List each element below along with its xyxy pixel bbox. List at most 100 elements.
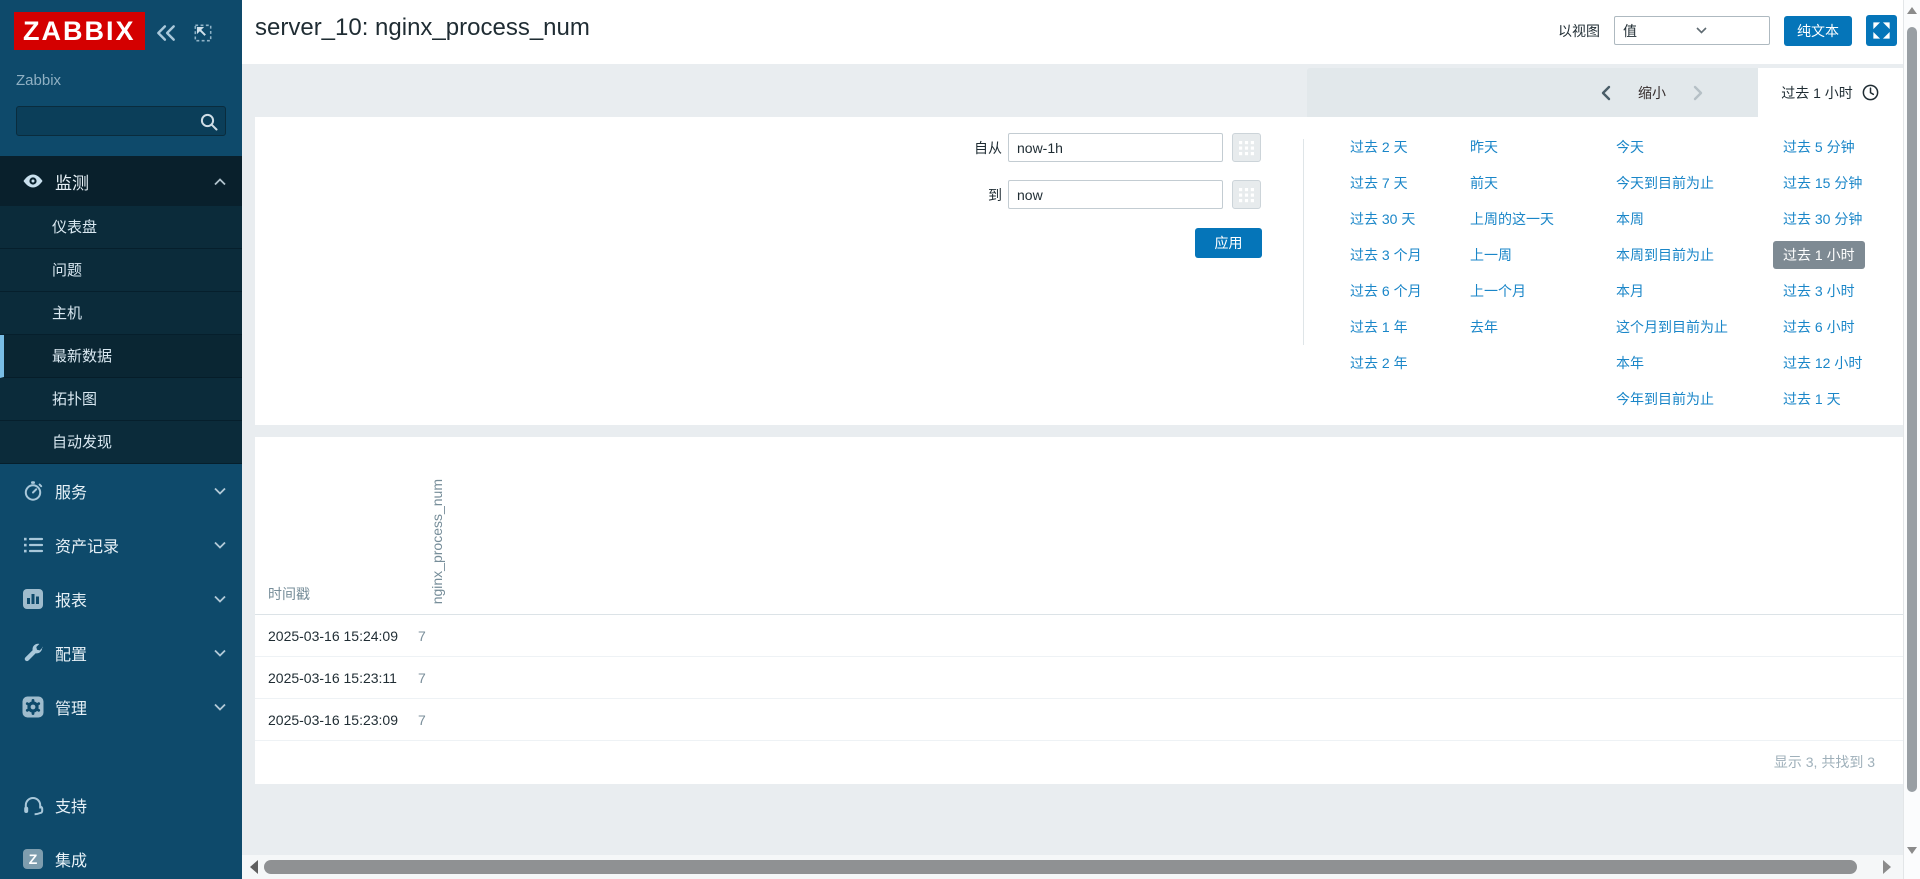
quick-range-link[interactable]: 上一个月	[1470, 281, 1526, 301]
fullscreen-arrows-icon	[1870, 19, 1893, 42]
from-input[interactable]	[1008, 133, 1223, 162]
sidebar-item-monitoring[interactable]: 监测	[0, 156, 242, 206]
quick-range-link[interactable]: 过去 1 年	[1350, 317, 1408, 337]
to-calendar-button[interactable]	[1232, 180, 1261, 209]
collapse-sidebar-icon[interactable]	[155, 22, 177, 44]
value-column-header: nginx_process_num	[429, 479, 445, 604]
filter-divider	[1303, 139, 1304, 345]
sidebar-subitem-dashboard[interactable]: 仪表盘	[0, 206, 242, 249]
quick-range-link[interactable]: 过去 30 分钟	[1783, 209, 1862, 229]
quick-ranges-column-2: 昨天前天上周的这一天上一周上一个月去年	[1470, 129, 1554, 345]
quick-range-link[interactable]: 过去 3 个月	[1350, 245, 1422, 265]
view-as-select[interactable]: 值	[1614, 16, 1770, 45]
timestamp-cell: 2025-03-16 15:23:11	[255, 670, 418, 686]
quick-range-item: 这个月到目前为止	[1616, 309, 1728, 345]
vertical-scrollbar	[1903, 0, 1920, 879]
vertical-scroll-thumb[interactable]	[1907, 27, 1917, 792]
scroll-right-arrow[interactable]	[1883, 860, 1891, 874]
scroll-up-arrow[interactable]	[1907, 7, 1917, 14]
sidebar-subitem-hosts[interactable]: 主机	[0, 292, 242, 335]
sidebar-subitem-latest-data[interactable]: 最新数据	[0, 335, 242, 378]
search-icon[interactable]	[198, 111, 220, 133]
time-forward-arrow-icon[interactable]	[1692, 85, 1704, 101]
quick-range-link[interactable]: 过去 30 天	[1350, 209, 1415, 229]
quick-range-link[interactable]: 过去 7 天	[1350, 173, 1408, 193]
view-as-label: 以视图	[1558, 21, 1600, 41]
title-bar: server_10: nginx_process_num 以视图 值 纯文本	[242, 0, 1903, 64]
quick-range-link[interactable]: 本年	[1616, 353, 1644, 373]
sidebar-submenu: 仪表盘问题主机最新数据拓扑图自动发现	[0, 206, 242, 464]
search-input[interactable]	[25, 109, 195, 133]
quick-range-link[interactable]: 过去 5 分钟	[1783, 137, 1855, 157]
value-cell: 7	[418, 670, 426, 686]
quick-range-link[interactable]: 本周	[1616, 209, 1644, 229]
sidebar-item-configuration[interactable]: 配置	[0, 626, 242, 680]
horizontal-scrollbar	[242, 855, 1903, 879]
chart-icon	[18, 587, 48, 611]
sidebar-item-integrations[interactable]: Z集成	[0, 832, 242, 879]
quick-range-link[interactable]: 过去 2 天	[1350, 137, 1408, 157]
quick-range-link[interactable]: 过去 1 小时	[1773, 241, 1865, 269]
quick-range-item: 过去 6 个月	[1350, 273, 1422, 309]
sidebar-item-label: 报表	[55, 587, 214, 611]
to-input[interactable]	[1008, 180, 1223, 209]
quick-range-link[interactable]: 今年到目前为止	[1616, 389, 1714, 409]
quick-range-link[interactable]: 过去 1 天	[1783, 389, 1841, 409]
time-range-tab[interactable]: 过去 1 小时	[1758, 68, 1903, 117]
quick-range-link[interactable]: 今天	[1616, 137, 1644, 157]
kiosk-mode-button[interactable]	[1866, 15, 1897, 46]
sidebar-item-label: 支持	[55, 793, 226, 817]
quick-range-link[interactable]: 过去 3 小时	[1783, 281, 1855, 301]
sidebar-item-support[interactable]: 支持	[0, 778, 242, 832]
quick-range-link[interactable]: 上周的这一天	[1470, 209, 1554, 229]
quick-range-link[interactable]: 这个月到目前为止	[1616, 317, 1728, 337]
quick-ranges-column-3: 今天今天到目前为止本周本周到目前为止本月这个月到目前为止本年今年到目前为止	[1616, 129, 1728, 417]
stopwatch-icon	[18, 479, 48, 503]
sidebar-subitem-maps[interactable]: 拓扑图	[0, 378, 242, 421]
horizontal-scroll-thumb[interactable]	[264, 860, 1857, 874]
plain-text-button[interactable]: 纯文本	[1784, 16, 1852, 46]
sidebar-item-reports[interactable]: 报表	[0, 572, 242, 626]
quick-range-item: 本年	[1616, 345, 1728, 381]
time-back-arrow-icon[interactable]	[1600, 85, 1612, 101]
zabbix-app: ZABBIX Zabbix 监测仪表盘问题主机最新数据拓扑图自动发现服务资产记录…	[0, 0, 1920, 879]
sidebar-subitem-problems[interactable]: 问题	[0, 249, 242, 292]
quick-range-item: 过去 1 年	[1350, 309, 1422, 345]
sidebar-footer-menu: 支持Z集成?帮助	[0, 778, 242, 879]
eye-icon	[18, 169, 48, 193]
scroll-left-arrow[interactable]	[250, 860, 258, 874]
sidebar-subitem-discovery[interactable]: 自动发现	[0, 421, 242, 464]
quick-range-link[interactable]: 过去 15 分钟	[1783, 173, 1862, 193]
chevron-down-icon	[214, 698, 226, 716]
quick-range-link[interactable]: 上一周	[1470, 245, 1512, 265]
quick-range-item: 过去 15 分钟	[1783, 165, 1865, 201]
z-badge-icon: Z	[18, 847, 48, 871]
quick-range-link[interactable]: 过去 2 年	[1350, 353, 1408, 373]
sidebar-item-administration[interactable]: 管理	[0, 680, 242, 734]
quick-range-link[interactable]: 本月	[1616, 281, 1644, 301]
row-count-label: 显示 3, 共找到 3	[1774, 752, 1875, 772]
scroll-down-arrow[interactable]	[1907, 847, 1917, 854]
quick-range-link[interactable]: 过去 6 个月	[1350, 281, 1422, 301]
quick-range-item: 过去 6 小时	[1783, 309, 1865, 345]
sidebar-item-inventory[interactable]: 资产记录	[0, 518, 242, 572]
zoom-out-button[interactable]: 缩小	[1638, 83, 1666, 103]
quick-range-link[interactable]: 昨天	[1470, 137, 1498, 157]
quick-range-item: 过去 30 分钟	[1783, 201, 1865, 237]
quick-range-item: 过去 12 小时	[1783, 345, 1865, 381]
quick-range-link[interactable]: 今天到目前为止	[1616, 173, 1714, 193]
from-calendar-button[interactable]	[1232, 133, 1261, 162]
quick-range-link[interactable]: 前天	[1470, 173, 1498, 193]
quick-range-link[interactable]: 去年	[1470, 317, 1498, 337]
quick-range-link[interactable]: 过去 6 小时	[1783, 317, 1855, 337]
zabbix-logo[interactable]: ZABBIX	[14, 12, 145, 50]
sidebar-item-services[interactable]: 服务	[0, 464, 242, 518]
apply-button[interactable]: 应用	[1195, 228, 1262, 258]
quick-range-link[interactable]: 本周到目前为止	[1616, 245, 1714, 265]
list-icon	[18, 533, 48, 557]
pin-sidebar-icon[interactable]	[192, 22, 214, 44]
value-cell: 7	[418, 712, 426, 728]
quick-range-item: 上周的这一天	[1470, 201, 1554, 237]
quick-range-link[interactable]: 过去 12 小时	[1783, 353, 1862, 373]
quick-range-item: 过去 1 天	[1783, 381, 1865, 417]
